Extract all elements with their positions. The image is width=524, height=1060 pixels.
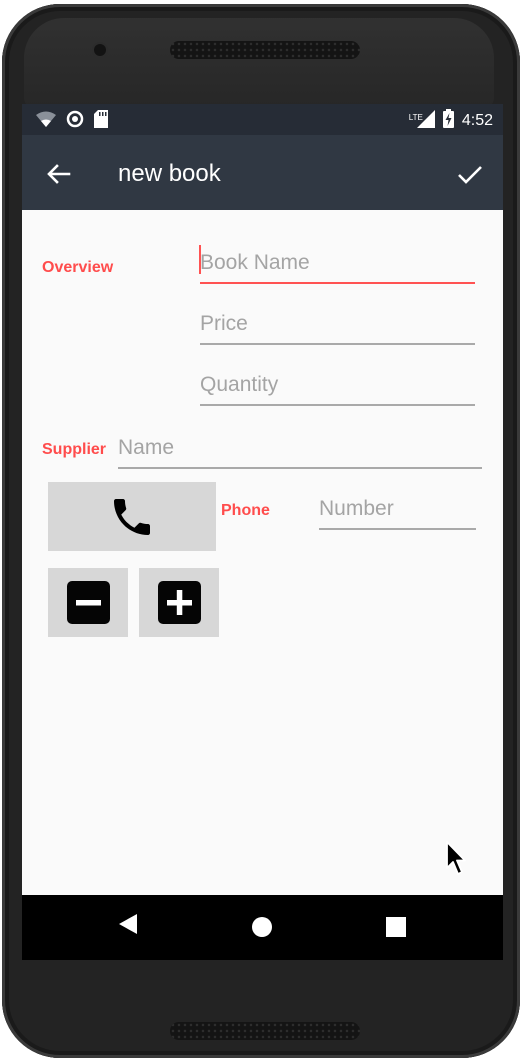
supplier-name-input[interactable] [118,433,482,469]
price-input[interactable] [200,309,475,345]
status-bar: LTE 4:52 [22,104,503,135]
wifi-icon [36,111,56,133]
app-bar: new book [22,135,503,210]
sd-card-icon [94,110,108,133]
quantity-input[interactable] [200,370,475,406]
phone-glare [24,18,494,108]
phone-number-input[interactable] [319,494,476,530]
arrow-back-icon [44,164,74,193]
decrease-quantity-button[interactable] [48,568,128,637]
page-title: new book [118,160,221,187]
recents-square-icon [386,917,406,941]
mouse-pointer-icon [446,841,470,882]
system-nav-bar [22,895,503,960]
back-triangle-icon [118,914,138,939]
top-speaker [170,41,360,59]
book-name-input[interactable] [200,248,475,284]
screen: LTE 4:52 new book Overview Supplier [22,104,503,960]
save-button[interactable] [455,159,485,189]
back-button[interactable] [44,159,74,189]
supplier-label: Supplier [42,441,107,458]
home-circle-icon [251,917,273,942]
nav-recents-button[interactable] [386,917,406,942]
check-icon [455,166,485,193]
plus-box-icon [158,581,201,624]
overview-label: Overview [42,259,114,276]
circle-sync-icon [66,110,84,133]
battery-charging-icon [442,109,454,133]
call-supplier-button[interactable] [48,482,216,551]
minus-box-icon [67,581,110,624]
bottom-speaker [170,1022,360,1040]
phone-label: Phone [221,502,270,519]
front-camera [94,44,106,56]
network-type-label: LTE [408,112,423,122]
text-cursor [199,245,201,274]
clock: 4:52 [461,112,493,129]
phone-icon [108,493,156,546]
nav-back-button[interactable] [118,913,138,940]
nav-home-button[interactable] [251,916,273,943]
increase-quantity-button[interactable] [139,568,219,637]
